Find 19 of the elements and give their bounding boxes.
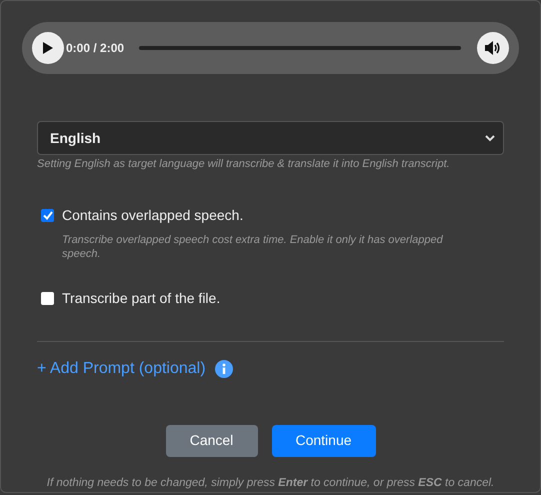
play-button[interactable] [32, 32, 64, 64]
option-hint: Transcribe overlapped speech cost extra time. Enable it only it has overlapped speech. [62, 232, 444, 261]
checkbox-label[interactable]: Transcribe part of the file. [62, 288, 220, 309]
chevron-down-icon [485, 134, 495, 142]
add-prompt-link[interactable]: + Add Prompt (optional) [37, 356, 206, 381]
info-icon[interactable] [214, 360, 233, 378]
volume-button[interactable] [477, 32, 509, 64]
checkbox[interactable] [41, 292, 54, 305]
time-display: 0:00 / 2:00 [66, 40, 124, 58]
language-select[interactable]: English [37, 121, 504, 156]
footer-note: If nothing needs to be changed, simply press Enter to continue, or press ESC to cancel. [46, 476, 496, 491]
checkbox-label[interactable]: Contains overlapped speech. [62, 204, 244, 226]
language-hint: Setting English as target language will transcribe & translate it into English transcript. [37, 157, 451, 172]
continue-button[interactable]: Continue [272, 424, 376, 457]
cancel-button[interactable]: Cancel [166, 424, 258, 457]
progress-track[interactable] [139, 46, 461, 50]
checkbox[interactable] [41, 208, 54, 222]
play-icon [43, 42, 53, 54]
speaker-icon [485, 41, 501, 56]
